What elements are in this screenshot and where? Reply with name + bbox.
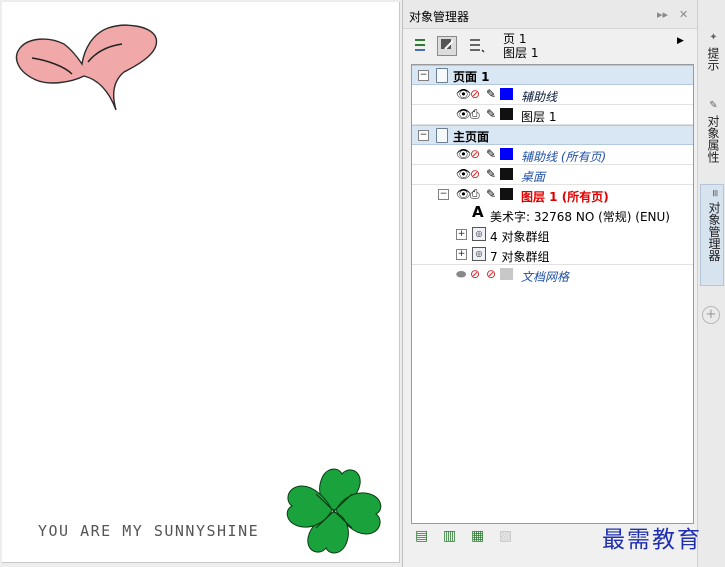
pencil-icon[interactable]: ✎ xyxy=(486,107,496,121)
properties-icon: ✎ xyxy=(708,100,719,111)
new-layer-icon[interactable]: ▤ xyxy=(415,528,428,544)
object-label: 7 对象群组 xyxy=(490,250,550,264)
add-tab-icon[interactable]: + xyxy=(702,306,720,324)
eye-icon[interactable]: 👁 xyxy=(456,147,471,161)
docker-tabs: ✦ 提示 ✎ 对象属性 ≡ 对象管理器 + xyxy=(697,0,725,567)
pencil-icon[interactable]: ✎ xyxy=(486,187,496,201)
new-master-layer-icon[interactable]: ▥ xyxy=(443,528,456,544)
collapse-toggle-icon[interactable]: − xyxy=(418,130,429,141)
tab-object-manager[interactable]: ≡ 对象管理器 xyxy=(700,184,724,286)
tree-layer-guides[interactable]: 👁 ⊘ ✎ 辅助线 xyxy=(412,85,693,105)
docker-title: 对象管理器 xyxy=(409,10,470,24)
object-label: 美术字: 32768 NO (常规) (ENU) xyxy=(490,210,670,224)
heart-graphic[interactable] xyxy=(12,24,162,114)
tree-master-guides[interactable]: 👁 ⊘ ✎ 辅助线 (所有页) xyxy=(412,145,693,165)
docker-title-bar: 对象管理器 ▸▸ ✕ xyxy=(403,0,697,29)
expand-toggle-icon[interactable]: + xyxy=(456,229,467,240)
watermark-text: 最需教育 xyxy=(602,527,702,553)
tab-hints[interactable]: ✦ 提示 xyxy=(700,28,722,92)
tree-layer-1[interactable]: 👁 ⎙ ✎ 图层 1 xyxy=(412,105,693,125)
eye-icon[interactable]: 👁 xyxy=(456,167,471,181)
pencil-icon[interactable]: ✎ xyxy=(486,167,496,181)
page-icon xyxy=(436,68,448,83)
drawing-page[interactable]: YOU ARE MY SUNNYSHINE xyxy=(2,2,400,563)
group-icon: ◎ xyxy=(472,227,486,241)
layer-color-swatch[interactable] xyxy=(500,88,513,100)
pencil-icon[interactable]: ✎ xyxy=(486,147,496,161)
group-icon: ◎ xyxy=(472,247,486,261)
expand-toggle-icon[interactable]: + xyxy=(456,249,467,260)
new-master-layer-all-icon[interactable]: ▦ xyxy=(471,528,484,544)
layer-label: 图层 1 xyxy=(521,110,557,124)
current-layer-label: 图层 1 xyxy=(503,46,539,60)
tree-master-layer-1[interactable]: − 👁 ⎙ ✎ 图层 1 (所有页) xyxy=(412,185,693,205)
edit-disabled-icon[interactable]: ⊘ xyxy=(486,267,496,281)
delete-icon[interactable]: ▧ xyxy=(499,528,512,544)
layer-label: 图层 1 (所有页) xyxy=(521,190,609,204)
page-1-label: 页面 1 xyxy=(453,70,490,84)
object-tree[interactable]: − 页面 1 👁 ⊘ ✎ 辅助线 👁 ⎙ ✎ 图层 1 − 主页面 👁 ⊘ ✎ … xyxy=(411,64,694,524)
tab-label: 对象属性 xyxy=(706,114,720,163)
master-page-label: 主页面 xyxy=(453,130,490,144)
layer-label: 桌面 xyxy=(521,170,546,184)
layer-color-swatch[interactable] xyxy=(500,168,513,180)
eye-hidden-icon[interactable]: ⬬ xyxy=(456,267,466,281)
page-icon xyxy=(436,128,448,143)
print-disabled-icon[interactable]: ⊘ xyxy=(470,167,480,181)
layer-color-swatch[interactable] xyxy=(500,268,513,280)
tree-page-1[interactable]: − 页面 1 xyxy=(412,65,693,85)
eye-icon[interactable]: 👁 xyxy=(456,87,471,101)
tab-label: 对象管理器 xyxy=(707,201,721,262)
pencil-icon[interactable]: ✎ xyxy=(486,87,496,101)
layer-label: 辅助线 (所有页) xyxy=(521,150,607,164)
tree-object-group-4[interactable]: + ◎ 4 对象群组 xyxy=(412,225,693,245)
tree-object-group-7[interactable]: + ◎ 7 对象群组 xyxy=(412,245,693,265)
layer-label: 文档网格 xyxy=(521,270,570,284)
collapse-toggle-icon[interactable]: − xyxy=(438,189,449,200)
show-object-properties-icon[interactable] xyxy=(411,36,431,56)
print-disabled-icon[interactable]: ⊘ xyxy=(470,147,480,161)
eye-icon[interactable]: 👁 xyxy=(456,187,471,201)
flyout-arrow-icon[interactable]: ▶ xyxy=(677,36,684,46)
tab-label: 提示 xyxy=(706,46,720,71)
layer-color-swatch[interactable] xyxy=(500,148,513,160)
object-manager-docker: 对象管理器 ▸▸ ✕ 页 1 图层 1 ▶ − 页面 1 👁 ⊘ ✎ 辅助线 👁… xyxy=(402,0,697,567)
artistic-text-icon: A xyxy=(472,203,484,221)
layer-color-swatch[interactable] xyxy=(500,108,513,120)
hint-icon: ✦ xyxy=(708,32,719,43)
collapse-icon[interactable]: ▸▸ xyxy=(657,8,668,21)
tab-object-properties[interactable]: ✎ 对象属性 xyxy=(700,96,722,180)
slogan-text[interactable]: YOU ARE MY SUNNYSHINE xyxy=(38,522,259,540)
layer-manager-view-icon[interactable] xyxy=(467,36,487,56)
four-leaf-clover-graphic[interactable] xyxy=(286,464,386,559)
edit-across-layers-icon[interactable] xyxy=(437,36,457,56)
tree-master-desktop[interactable]: 👁 ⊘ ✎ 桌面 xyxy=(412,165,693,185)
docker-toolbar: 页 1 图层 1 ▶ xyxy=(403,30,697,64)
layer-label: 辅助线 xyxy=(521,90,558,104)
current-page-layer: 页 1 图层 1 xyxy=(503,32,538,60)
close-icon[interactable]: ✕ xyxy=(679,8,688,21)
tree-object-text[interactable]: A 美术字: 32768 NO (常规) (ENU) xyxy=(412,205,693,225)
printer-icon[interactable]: ⎙ xyxy=(470,107,480,121)
print-disabled-icon[interactable]: ⊘ xyxy=(470,87,480,101)
tree-master-page[interactable]: − 主页面 xyxy=(412,125,693,145)
print-disabled-icon[interactable]: ⊘ xyxy=(470,267,480,281)
object-manager-icon: ≡ xyxy=(709,189,720,198)
current-page-label: 页 1 xyxy=(503,32,527,46)
printer-icon[interactable]: ⎙ xyxy=(470,187,480,201)
tree-document-grid[interactable]: ⬬ ⊘ ⊘ 文档网格 xyxy=(412,265,693,285)
drawing-canvas[interactable]: YOU ARE MY SUNNYSHINE xyxy=(0,0,402,567)
eye-icon[interactable]: 👁 xyxy=(456,107,471,121)
layer-color-swatch[interactable] xyxy=(500,188,513,200)
object-label: 4 对象群组 xyxy=(490,230,550,244)
collapse-toggle-icon[interactable]: − xyxy=(418,70,429,81)
